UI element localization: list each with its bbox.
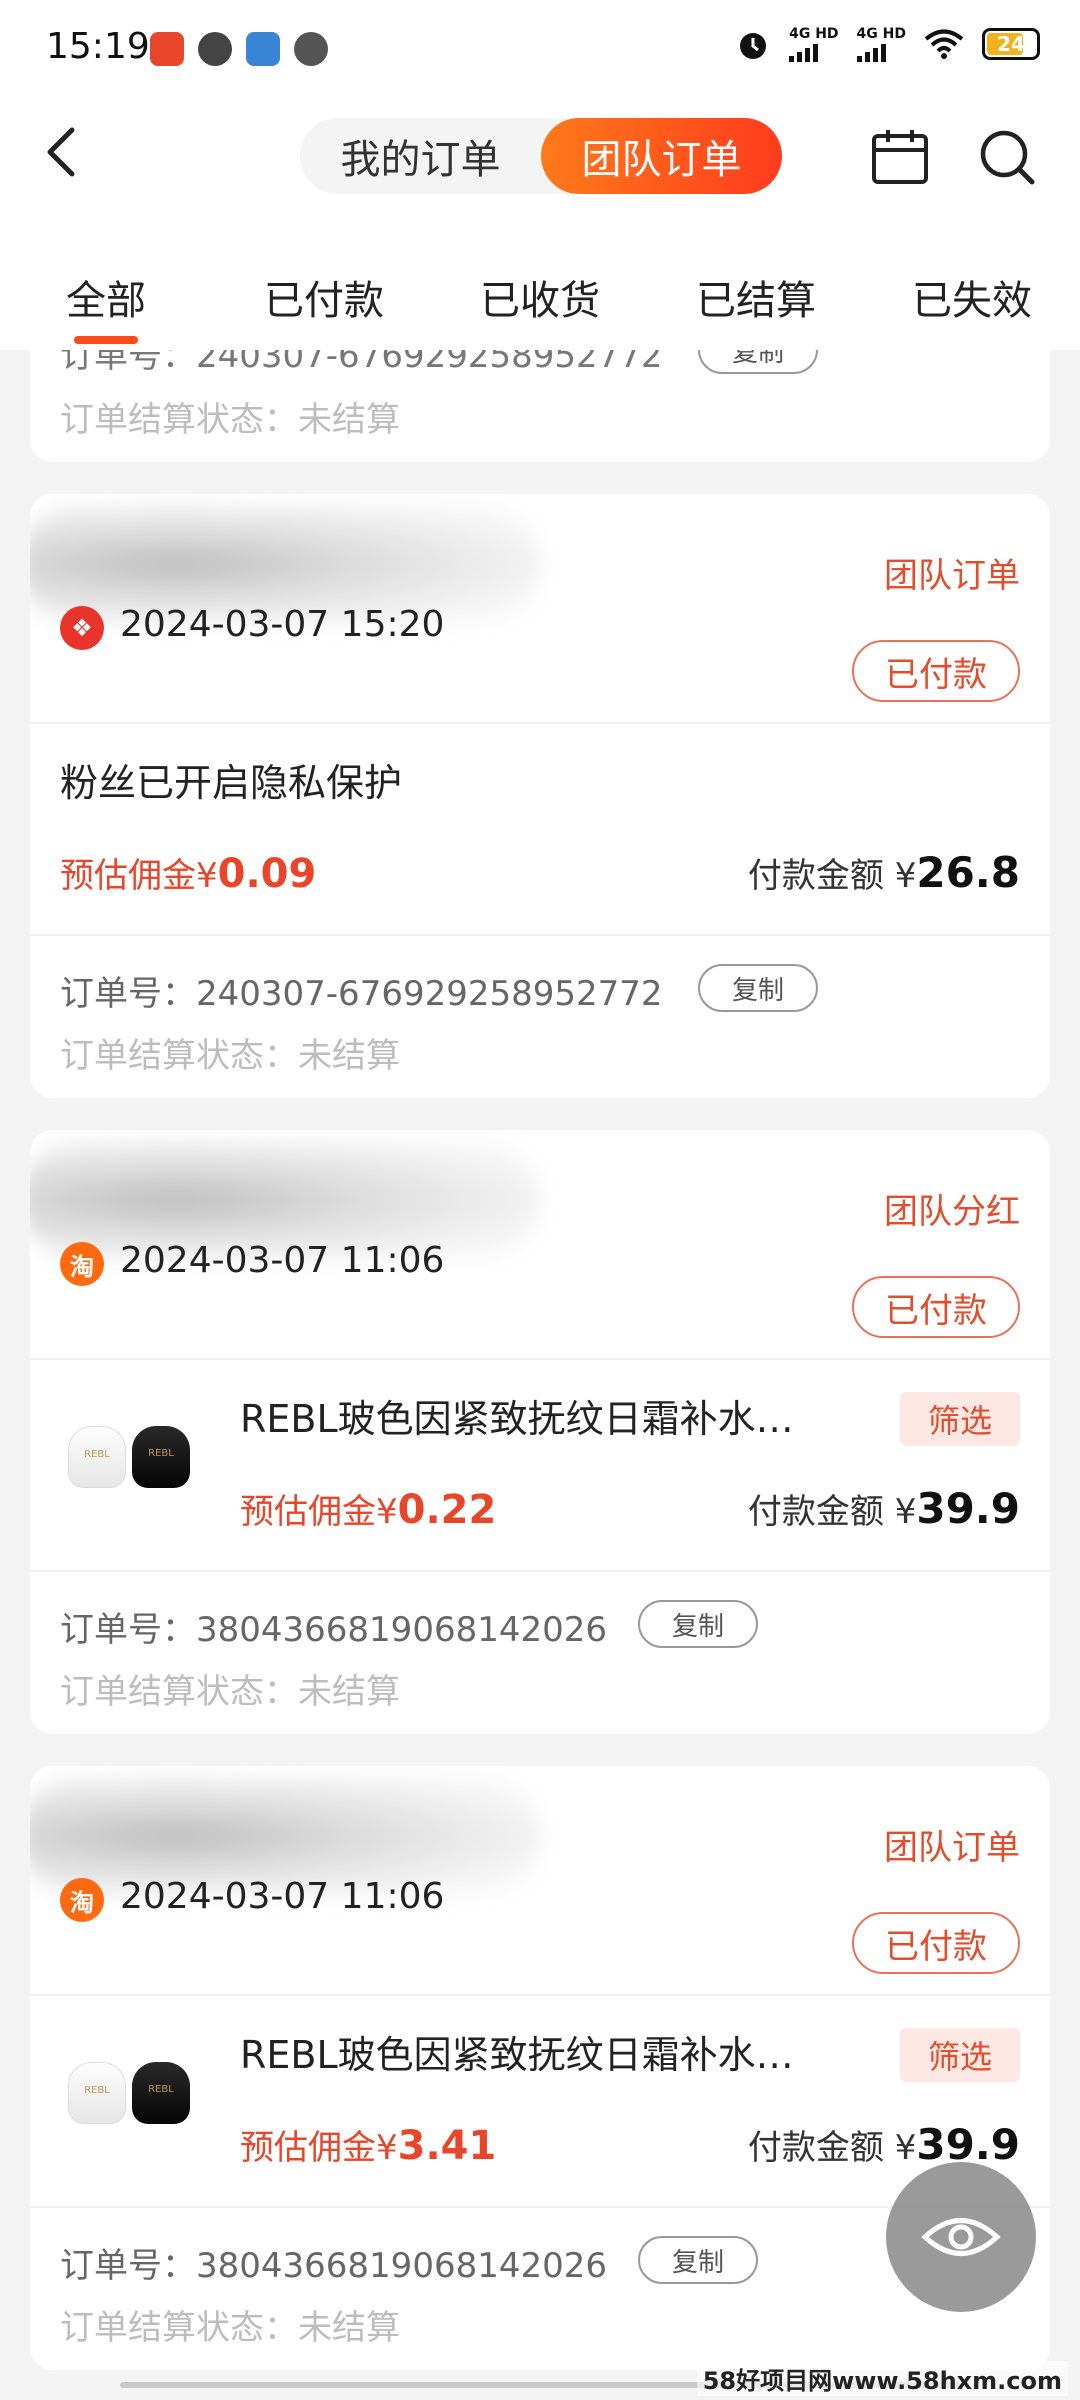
divider	[30, 1570, 1050, 1572]
settlement-status: 订单结算状态：未结算	[60, 1036, 400, 1076]
divider	[30, 1994, 1050, 1996]
product-jar-white: REBL	[68, 1426, 126, 1488]
calendar-icon[interactable]	[870, 128, 930, 186]
settlement-status: 订单结算状态：未结算	[60, 1672, 400, 1712]
battery-level: 24	[997, 32, 1025, 56]
network-label-2: 4G HD	[856, 25, 906, 42]
filter-tab-settled[interactable]: 已结算	[696, 268, 816, 326]
product-jar-white: REBL	[68, 2062, 126, 2124]
product-jar-black: REBL	[132, 2062, 190, 2124]
taobao-icon: 淘	[60, 1878, 104, 1922]
divider	[30, 934, 1050, 936]
order-number-value: 240307-676929258952772	[196, 974, 663, 1014]
status-time: 15:19	[46, 26, 150, 67]
order-time: 2024-03-07 15:20	[120, 604, 445, 645]
order-number-value: 3804366819068142026	[196, 1610, 608, 1650]
copy-button[interactable]: 复制	[698, 964, 818, 1012]
product-image: REBL REBL	[68, 1402, 208, 1512]
app-notification-icon	[150, 32, 184, 66]
link-app-icon	[294, 32, 328, 66]
order-card: 团队订单 ❖ 2024-03-07 15:20 已付款 粉丝已开启隐私保护 预估…	[30, 494, 1050, 1098]
product-title[interactable]: REBL玻色因紧致抚纹日霜补水…	[240, 1388, 794, 1443]
order-card: 团队分红 淘 2024-03-07 11:06 已付款 REBL REBL RE…	[30, 1130, 1050, 1734]
shop-badge-icon: ❖	[60, 606, 104, 650]
payment-value: 26.8	[916, 848, 1020, 897]
status-badge: 已付款	[852, 1912, 1020, 1974]
payment-amount: 付款金额 ¥26.8	[748, 848, 1020, 897]
taobao-icon: 淘	[60, 1242, 104, 1286]
status-badge: 已付款	[852, 640, 1020, 702]
back-arrow-icon[interactable]	[38, 122, 88, 182]
header: 我的订单 团队订单	[0, 100, 1080, 230]
divider	[30, 1358, 1050, 1360]
order-number-label: 订单号：	[60, 1610, 196, 1650]
filter-tab-paid[interactable]: 已付款	[264, 268, 384, 326]
payment-value: 39.9	[916, 1484, 1020, 1533]
order-type-label: 团队订单	[884, 556, 1020, 596]
commission-value: 0.09	[217, 851, 317, 897]
boat-app-icon	[246, 32, 280, 66]
signal-bars-icon	[856, 43, 886, 62]
active-tab-indicator	[74, 336, 138, 344]
order-number: 订单号：240307-676929258952772	[60, 966, 663, 1015]
signal-bars-icon	[789, 43, 819, 62]
filter-tag[interactable]: 筛选	[900, 2028, 1020, 2082]
privacy-notice: 粉丝已开启隐私保护	[60, 761, 403, 805]
tab-my-orders[interactable]: 我的订单	[300, 118, 541, 194]
order-scope-switch: 我的订单 团队订单	[300, 118, 782, 194]
order-number-label: 订单号：	[60, 2246, 196, 2286]
payment-amount: 付款金额 ¥39.9	[748, 2120, 1020, 2169]
order-card: 团队订单 淘 2024-03-07 11:06 已付款 REBL REBL RE…	[30, 1766, 1050, 2370]
estimated-commission: 预估佣金¥3.41	[240, 2120, 496, 2169]
commission-label: 预估佣金¥	[60, 856, 218, 896]
order-type-label: 团队订单	[884, 1828, 1020, 1868]
commission-value: 0.22	[397, 1487, 497, 1533]
signal-1: 4G HD	[789, 25, 839, 62]
payment-label: 付款金额 ¥	[747, 1492, 917, 1532]
network-label-1: 4G HD	[789, 25, 839, 42]
chat-bubble-icon	[198, 32, 232, 66]
commission-label: 预估佣金¥	[240, 2128, 398, 2168]
divider	[30, 722, 1050, 724]
battery-icon: 24	[982, 28, 1040, 60]
order-time: 2024-03-07 11:06	[120, 1876, 445, 1917]
order-type-label: 团队分红	[884, 1192, 1020, 1232]
signal-2: 4G HD	[856, 25, 906, 62]
filter-tag[interactable]: 筛选	[900, 1392, 1020, 1446]
search-icon[interactable]	[978, 128, 1036, 186]
status-badge: 已付款	[852, 1276, 1020, 1338]
order-time: 2024-03-07 11:06	[120, 1240, 445, 1281]
product-title[interactable]: REBL玻色因紧致抚纹日霜补水…	[240, 2024, 794, 2079]
copy-button[interactable]: 复制	[638, 1600, 758, 1648]
status-app-icons	[150, 32, 328, 66]
settlement-status: 订单结算状态：未结算	[60, 2308, 400, 2348]
filter-tab-bar: 全部 已付款 已收货 已结算 已失效	[0, 230, 1080, 350]
product-jar-black: REBL	[132, 1426, 190, 1488]
order-number-label: 订单号：	[60, 974, 196, 1014]
alarm-icon	[740, 33, 767, 59]
commission-value: 3.41	[397, 2123, 497, 2169]
copy-button[interactable]: 复制	[638, 2236, 758, 2284]
filter-tab-invalid[interactable]: 已失效	[912, 268, 1032, 326]
commission-label: 预估佣金¥	[240, 1492, 398, 1532]
filter-tab-all[interactable]: 全部	[66, 268, 146, 326]
estimated-commission: 预估佣金¥0.22	[240, 1484, 496, 1533]
tab-team-orders[interactable]: 团队订单	[541, 118, 782, 194]
order-number: 订单号：3804366819068142026	[60, 1602, 607, 1651]
eye-icon	[921, 2218, 1001, 2256]
estimated-commission: 预估佣金¥0.09	[60, 848, 316, 897]
payment-label: 付款金额 ¥	[747, 856, 917, 896]
status-right: 4G HD 4G HD 24	[735, 26, 1040, 62]
settlement-status: 订单结算状态：未结算	[60, 400, 400, 440]
privacy-toggle-button[interactable]	[886, 2162, 1036, 2312]
payment-label: 付款金额 ¥	[747, 2128, 917, 2168]
order-number-value: 3804366819068142026	[196, 2246, 608, 2286]
filter-tab-received[interactable]: 已收货	[480, 268, 600, 326]
order-number: 订单号：3804366819068142026	[60, 2238, 607, 2287]
watermark: 58好项目网www.58hxm.com	[696, 2361, 1068, 2396]
status-bar: 15:19 4G HD 4G HD 24	[0, 0, 1080, 100]
payment-amount: 付款金额 ¥39.9	[748, 1484, 1020, 1533]
product-image: REBL REBL	[68, 2038, 208, 2148]
wifi-icon	[924, 29, 964, 59]
